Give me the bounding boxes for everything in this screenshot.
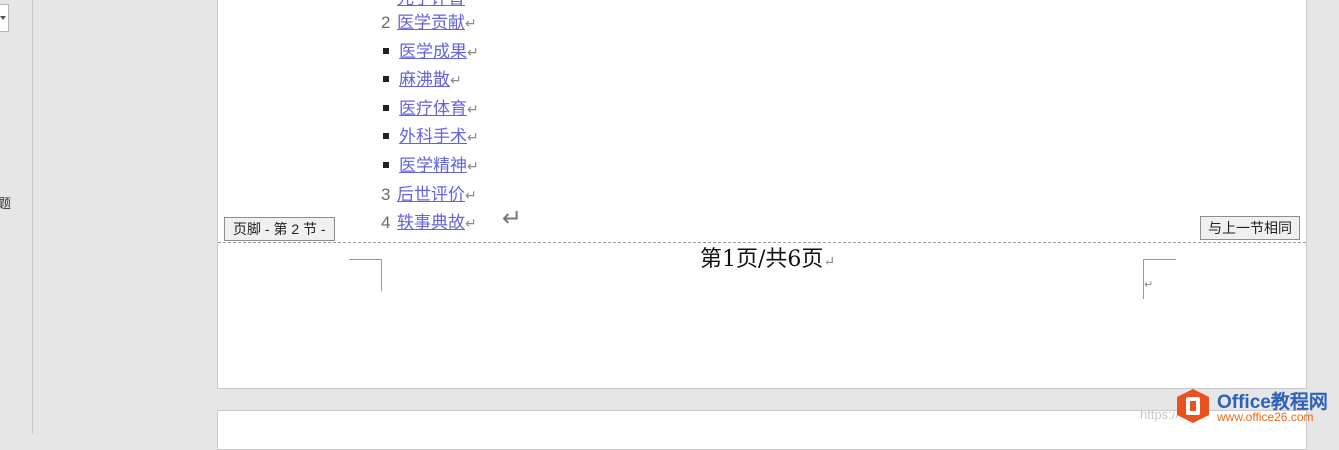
bullet-icon: [383, 162, 389, 168]
toc-item[interactable]: 2 医学贡献↵: [381, 11, 477, 35]
bullet-icon: [383, 133, 389, 140]
paragraph-mark-icon: ↵: [450, 73, 462, 90]
toc-item[interactable]: 4 轶事典故↵: [381, 211, 477, 235]
pane-heading-fragment: 题: [0, 197, 12, 212]
toc-link[interactable]: 医学成果: [399, 42, 467, 62]
paragraph-mark-icon: ↵: [823, 254, 836, 270]
crop-mark-left: [349, 259, 382, 260]
toc-item[interactable]: 医学精神↵: [381, 154, 479, 178]
paragraph-mark-icon: ↵: [465, 16, 477, 32]
paragraph-mark-icon: ↵: [467, 44, 479, 61]
paragraph-mark-icon: ↵: [467, 159, 479, 175]
bullet-icon: [383, 104, 389, 111]
footer-section-tag[interactable]: 页脚 - 第 2 节 -: [224, 217, 335, 241]
chevron-down-icon: [0, 16, 6, 20]
same-as-previous-tag[interactable]: 与上一节相同: [1200, 216, 1300, 240]
paragraph-mark-icon: ↵: [465, 216, 477, 233]
toc-link[interactable]: 外科手术: [399, 127, 467, 147]
bullet-icon: [383, 76, 389, 83]
page-number-text: 第1页/共6页: [700, 247, 824, 272]
toc-number: 2: [381, 13, 391, 32]
navigation-pane: 题: [0, 0, 33, 434]
toc-link[interactable]: 轶事典故: [397, 213, 465, 233]
toc-item[interactable]: 医学成果↵: [381, 40, 479, 64]
toc-item[interactable]: 麻沸散↵: [381, 68, 462, 92]
pane-dropdown[interactable]: [0, 4, 9, 32]
footer-divider: [218, 242, 1306, 243]
crop-mark-right: [1143, 259, 1176, 260]
paragraph-mark-icon: ↵: [1144, 278, 1154, 291]
toc-number: 3: [381, 184, 391, 204]
bullet-icon: [383, 47, 389, 54]
paragraph-mark-icon: ↵: [467, 130, 479, 147]
page-number-field[interactable]: 第1页/共6页↵: [700, 246, 835, 276]
toc-item[interactable]: 3 后世评价↵: [381, 183, 477, 207]
crop-mark-left-vertical: [381, 259, 382, 291]
brand-url: www.office26.com: [1217, 410, 1314, 424]
office-logo-icon: [1177, 389, 1209, 423]
toc-link[interactable]: 后世评价: [397, 185, 465, 205]
toc-item[interactable]: 外科手术↵: [381, 125, 479, 149]
toc-link[interactable]: 麻沸散: [399, 70, 450, 90]
toc-link[interactable]: 医学精神: [399, 156, 467, 176]
paragraph-mark-icon: ↵: [467, 101, 479, 118]
document-page[interactable]: 元子评曾 2医学贡献↵医学成果↵麻沸散↵医疗体育↵外科手术↵医学精神↵3后世评价…: [217, 0, 1307, 389]
paragraph-mark-icon: ↵: [465, 187, 477, 204]
toc-link[interactable]: 医疗体育: [399, 99, 467, 119]
toc-item-cut[interactable]: 元子评曾: [381, 0, 465, 11]
paragraph-mark-icon: ↵: [502, 204, 523, 232]
toc-item[interactable]: 医疗体育↵: [381, 97, 479, 121]
toc-number: 4: [381, 213, 391, 233]
watermark-url: https://: [1140, 407, 1180, 422]
toc-link[interactable]: 医学贡献: [397, 13, 465, 33]
toc-link[interactable]: 元子评曾: [397, 0, 465, 9]
